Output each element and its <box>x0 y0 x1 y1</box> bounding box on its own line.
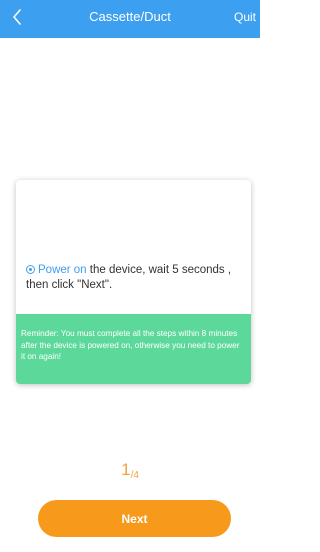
power-on-highlight: Power on <box>38 264 87 276</box>
page-total: 4 <box>133 470 139 481</box>
step-instruction: Power on the device, wait 5 seconds , th… <box>26 263 243 293</box>
quit-button[interactable]: Quit <box>234 9 256 25</box>
page-title: Cassette/Duct <box>89 9 171 24</box>
radio-icon <box>26 265 35 274</box>
page-current: 1 <box>121 460 131 479</box>
page-total-text: /4 <box>130 470 139 481</box>
top-navigation-bar: Cassette/Duct Quit <box>0 0 260 38</box>
page-indicator: 1/4 <box>0 460 260 481</box>
reminder-banner: Reminder: You must complete all the step… <box>16 314 251 384</box>
chevron-left-icon <box>13 9 21 25</box>
instruction-card: Power on the device, wait 5 seconds , th… <box>16 180 251 384</box>
back-button[interactable] <box>4 0 30 34</box>
next-button[interactable]: Next <box>38 500 231 537</box>
